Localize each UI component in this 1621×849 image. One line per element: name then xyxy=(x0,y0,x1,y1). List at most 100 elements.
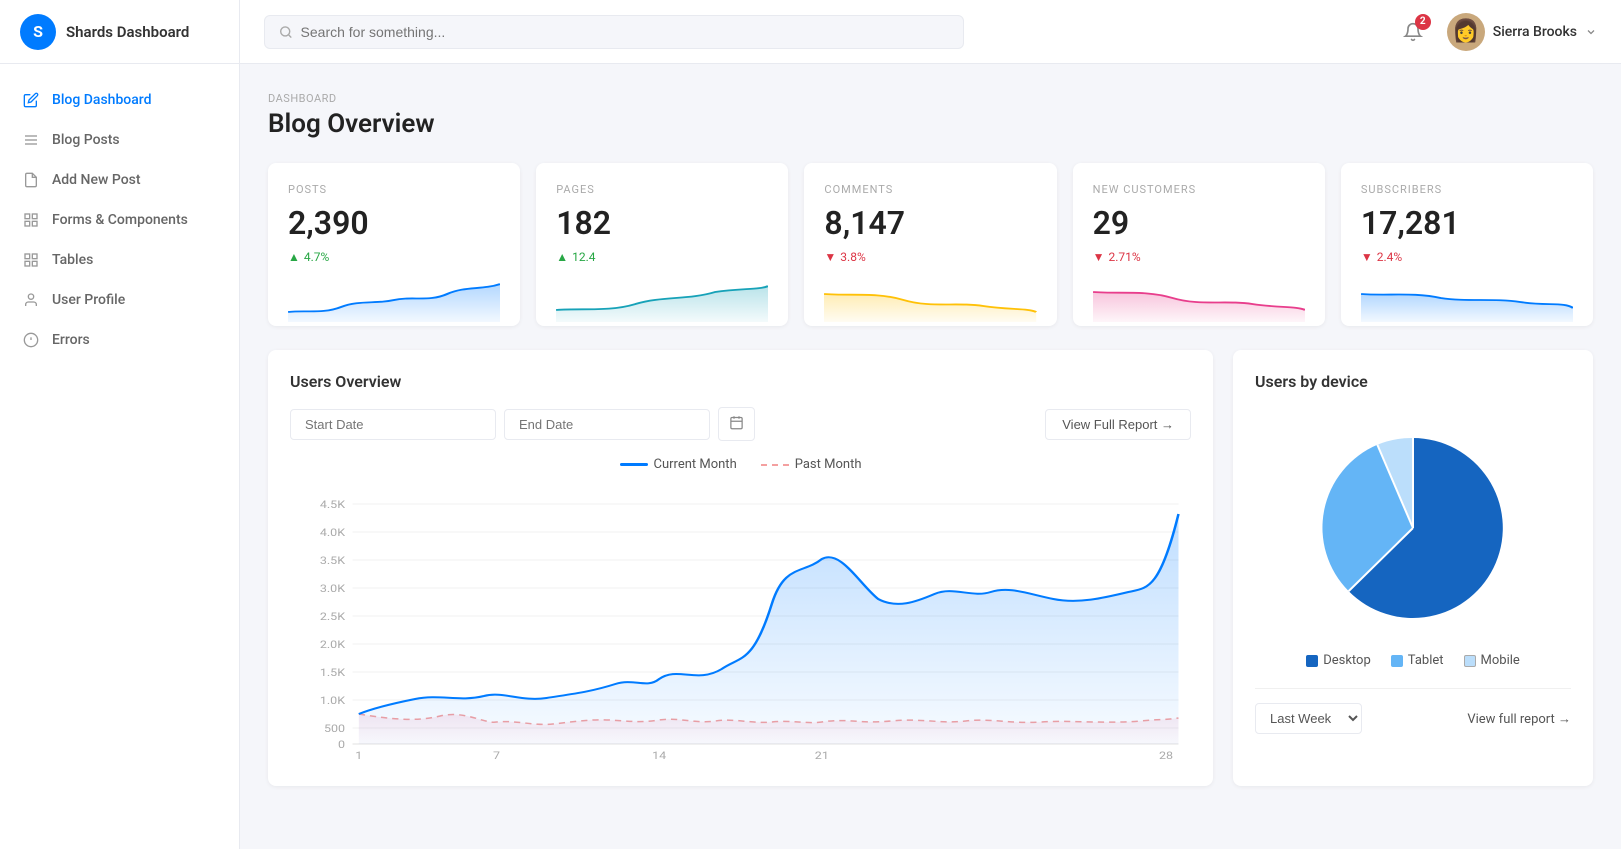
breadcrumb: DASHBOARD xyxy=(268,92,1593,105)
stat-sparkline-subscribers xyxy=(1361,272,1573,326)
stat-card-comments: COMMENTS 8,147 ▼ 3.8% xyxy=(804,163,1056,326)
stat-value-subscribers: 17,281 xyxy=(1361,204,1573,242)
stat-label-new-customers: NEW CUSTOMERS xyxy=(1093,183,1305,196)
tablet-dot xyxy=(1391,655,1403,667)
users-overview-title: Users Overview xyxy=(290,372,1191,391)
devices-card: Users by device xyxy=(1233,350,1593,786)
legend-past-month: Past Month xyxy=(761,457,862,472)
start-date-input[interactable] xyxy=(290,409,496,440)
svg-text:14: 14 xyxy=(652,749,667,761)
legend-desktop: Desktop xyxy=(1306,653,1371,668)
notification-badge: 2 xyxy=(1415,14,1431,30)
sidebar-item-forms-components[interactable]: Forms & Components xyxy=(0,200,239,240)
stat-card-pages: PAGES 182 ▲ 12.4 xyxy=(536,163,788,326)
chart-controls: View Full Report → xyxy=(290,407,1191,441)
svg-text:1.5K: 1.5K xyxy=(320,666,346,678)
blog-posts-label: Blog Posts xyxy=(52,132,120,148)
svg-text:4.5K: 4.5K xyxy=(320,498,346,510)
device-legend: Desktop Tablet Mobile xyxy=(1255,653,1571,668)
svg-text:0: 0 xyxy=(338,738,345,750)
notification-button[interactable]: 2 xyxy=(1395,14,1431,50)
device-card-footer: Last Week This Week Last Month View full… xyxy=(1255,688,1571,734)
logo-icon: S xyxy=(20,14,56,50)
stat-card-posts: POSTS 2,390 ▲ 4.7% xyxy=(268,163,520,326)
svg-text:28: 28 xyxy=(1159,749,1173,761)
calendar-button[interactable] xyxy=(718,407,755,441)
user-profile-button[interactable]: 👩 Sierra Brooks xyxy=(1447,13,1597,51)
sidebar-item-add-new-post[interactable]: Add New Post xyxy=(0,160,239,200)
stat-value-new-customers: 29 xyxy=(1093,204,1305,242)
header-right: 2 👩 Sierra Brooks xyxy=(1395,13,1597,51)
header: 2 👩 Sierra Brooks xyxy=(240,0,1621,64)
stat-sparkline-pages xyxy=(556,272,768,326)
sidebar-item-tables[interactable]: Tables xyxy=(0,240,239,280)
devices-title: Users by device xyxy=(1255,372,1571,391)
svg-text:1.0K: 1.0K xyxy=(320,694,346,706)
stat-sparkline-new-customers xyxy=(1093,272,1305,326)
stat-change-pages: ▲ 12.4 xyxy=(556,250,768,264)
page-content: DASHBOARD Blog Overview POSTS 2,390 ▲ 4.… xyxy=(240,64,1621,849)
user-profile-label: User Profile xyxy=(52,292,125,308)
svg-text:4.0K: 4.0K xyxy=(320,526,346,538)
forms-components-label: Forms & Components xyxy=(52,212,188,228)
mobile-dot xyxy=(1464,655,1476,667)
desktop-dot xyxy=(1306,655,1318,667)
stat-card-new-customers: NEW CUSTOMERS 29 ▼ 2.71% xyxy=(1073,163,1325,326)
users-chart-svg: 4.5K 4.0K 3.5K 3.0K 2.5K 2.0K 1.5K 1.0K … xyxy=(290,484,1191,764)
stat-change-comments: ▼ 3.8% xyxy=(824,250,1036,264)
svg-text:7: 7 xyxy=(493,749,500,761)
errors-label: Errors xyxy=(52,332,90,348)
tables-icon xyxy=(22,251,40,269)
main-content: 2 👩 Sierra Brooks DASHBOARD Blog Overvie… xyxy=(240,0,1621,849)
current-month-line-icon xyxy=(620,463,648,466)
svg-text:3.5K: 3.5K xyxy=(320,554,346,566)
stat-sparkline-posts xyxy=(288,272,500,326)
legend-tablet: Tablet xyxy=(1391,653,1444,668)
stat-label-posts: POSTS xyxy=(288,183,500,196)
stat-change-new-customers: ▼ 2.71% xyxy=(1093,250,1305,264)
svg-text:500: 500 xyxy=(324,722,345,734)
user-profile-icon xyxy=(22,291,40,309)
view-full-report-link[interactable]: View full report → xyxy=(1467,711,1571,727)
chevron-down-icon xyxy=(1585,26,1597,38)
search-input[interactable] xyxy=(301,24,949,40)
stat-value-posts: 2,390 xyxy=(288,204,500,242)
add-new-post-icon xyxy=(22,171,40,189)
sidebar-item-errors[interactable]: Errors xyxy=(0,320,239,360)
logo-text: Shards Dashboard xyxy=(66,23,189,41)
svg-text:2.5K: 2.5K xyxy=(320,610,346,622)
sidebar-logo: S Shards Dashboard xyxy=(0,0,239,64)
user-name: Sierra Brooks xyxy=(1493,24,1577,40)
view-full-report-button[interactable]: View Full Report → xyxy=(1045,409,1191,440)
errors-icon xyxy=(22,331,40,349)
stat-change-subscribers: ▼ 2.4% xyxy=(1361,250,1573,264)
stat-label-pages: PAGES xyxy=(556,183,768,196)
stat-label-subscribers: SUBSCRIBERS xyxy=(1361,183,1573,196)
end-date-input[interactable] xyxy=(504,409,710,440)
stats-row: POSTS 2,390 ▲ 4.7% PAGES 182 ▲ 12.4 xyxy=(268,163,1593,326)
tables-label: Tables xyxy=(52,252,93,268)
page-title: Blog Overview xyxy=(268,109,1593,139)
stat-value-comments: 8,147 xyxy=(824,204,1036,242)
search-wrapper[interactable] xyxy=(264,15,964,49)
sidebar-item-user-profile[interactable]: User Profile xyxy=(0,280,239,320)
stat-label-comments: COMMENTS xyxy=(824,183,1036,196)
blog-dashboard-label: Blog Dashboard xyxy=(52,92,152,108)
users-overview-card: Users Overview View Full Report → Curren… xyxy=(268,350,1213,786)
sidebar-item-blog-dashboard[interactable]: Blog Dashboard xyxy=(0,80,239,120)
sidebar: S Shards Dashboard Blog Dashboard Blog Po… xyxy=(0,0,240,849)
stat-sparkline-comments xyxy=(824,272,1036,326)
blog-dashboard-icon xyxy=(22,91,40,109)
svg-text:3.0K: 3.0K xyxy=(320,582,346,594)
svg-text:21: 21 xyxy=(815,749,829,761)
week-select[interactable]: Last Week This Week Last Month xyxy=(1255,703,1362,734)
chart-legend: Current Month Past Month xyxy=(290,457,1191,472)
calendar-icon xyxy=(729,415,744,430)
stat-value-pages: 182 xyxy=(556,204,768,242)
sidebar-item-blog-posts[interactable]: Blog Posts xyxy=(0,120,239,160)
avatar: 👩 xyxy=(1447,13,1485,51)
blog-posts-icon xyxy=(22,131,40,149)
users-chart-area: 4.5K 4.0K 3.5K 3.0K 2.5K 2.0K 1.5K 1.0K … xyxy=(290,484,1191,764)
stat-change-posts: ▲ 4.7% xyxy=(288,250,500,264)
legend-mobile: Mobile xyxy=(1464,653,1520,668)
